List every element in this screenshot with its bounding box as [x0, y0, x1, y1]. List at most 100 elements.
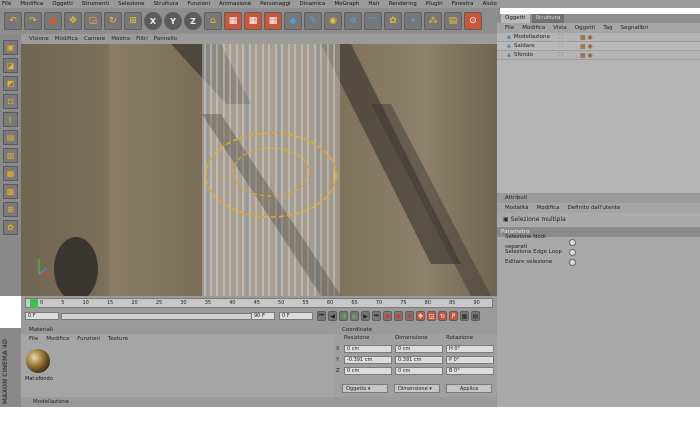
coordinate-field-pos[interactable]: -0.391 cm [344, 355, 392, 364]
viewport-menu-item-5[interactable]: Pannello [154, 36, 177, 42]
last-frame-icon[interactable]: ⏭ [372, 311, 381, 321]
prev-frame-icon[interactable]: ◀ [328, 311, 337, 321]
deformer-icon[interactable]: ⌒ [364, 12, 382, 30]
objects-menu-item[interactable]: File [505, 23, 514, 33]
material-swatch[interactable]: Mat.sfondo [25, 348, 53, 382]
attribute-checkbox[interactable] [569, 248, 576, 256]
y-axis-icon[interactable]: Y [164, 12, 182, 30]
attributes-menu-item[interactable]: Modifica [537, 203, 560, 213]
attribute-checkbox[interactable] [569, 258, 576, 266]
end-frame-field[interactable]: 90 F [251, 312, 275, 320]
menu-item-10[interactable]: MoGraph [334, 0, 359, 8]
coordinate-system-icon[interactable]: ⌂ [204, 12, 222, 30]
attribute-checkbox[interactable] [569, 238, 576, 246]
render-view-icon[interactable]: ▦ [224, 12, 242, 30]
workplane-icon[interactable]: ⊞ [3, 202, 18, 217]
object-row[interactable]: ▲ Sfondo ⁚ ⁚ ▦ ◉ [497, 51, 700, 60]
viewport-menu-item-2[interactable]: Camere [84, 36, 105, 42]
recent-tool-icon[interactable]: ⊞ [124, 12, 142, 30]
menu-item-0[interactable]: File [2, 0, 11, 8]
objects-menu-item[interactable]: Modifica [522, 23, 545, 33]
array-icon[interactable]: ✲ [344, 12, 362, 30]
attributes-menu-item[interactable]: Modalità [505, 203, 529, 213]
materials-menu-item[interactable]: Modifica [46, 334, 69, 344]
menu-item-8[interactable]: Personaggi [260, 0, 290, 8]
x-axis-icon[interactable]: X [144, 12, 162, 30]
attributes-menu-item[interactable]: Definito dall'utente [568, 203, 621, 213]
menu-item-1[interactable]: Modifica [20, 0, 43, 8]
render-picture-viewer-icon[interactable]: ▦ [244, 12, 262, 30]
menu-item-7[interactable]: Animazione [219, 0, 251, 8]
objects-menu-item[interactable]: Segnalibri [621, 23, 649, 33]
viewport-menu-item-0[interactable]: Visione [29, 36, 49, 42]
menu-item-4[interactable]: Selezione [118, 0, 144, 8]
coordinate-field-rot[interactable]: P 0° [446, 355, 494, 364]
timeline-menu-icon[interactable]: ▤ [471, 311, 480, 321]
visibility-dots-icon[interactable]: ⁚ ⁚ [558, 52, 580, 58]
objects-menu-item[interactable]: Oggetti [575, 23, 596, 33]
model-mode-icon[interactable]: ◪ [3, 58, 18, 73]
viewport-menu-item-4[interactable]: Filtri [136, 36, 148, 42]
snap-icon[interactable]: ✿ [3, 220, 18, 235]
menu-item-11[interactable]: Hair [368, 0, 379, 8]
axis-mode-icon[interactable]: ⌊ [3, 112, 18, 127]
cube-icon[interactable]: ◆ [284, 12, 302, 30]
render-settings-icon[interactable]: ▦ [264, 12, 282, 30]
coordinate-field-size[interactable]: 0 cm [395, 366, 443, 375]
menu-item-2[interactable]: Oggetti [52, 0, 73, 8]
light-icon[interactable]: ⁂ [424, 12, 442, 30]
rotation-key-icon[interactable]: ↻ [438, 311, 447, 321]
materials-menu-item[interactable]: Texture [108, 334, 128, 344]
undo-icon[interactable]: ↶ [4, 12, 22, 30]
redo-icon[interactable]: ↷ [24, 12, 42, 30]
coordinate-field-size[interactable]: 0.391 cm [395, 355, 443, 364]
polygons-mode-icon[interactable]: ▦ [3, 166, 18, 181]
z-axis-icon[interactable]: Z [184, 12, 202, 30]
menu-item-6[interactable]: Funzioni [187, 0, 210, 8]
nurbs-icon[interactable]: ◉ [324, 12, 342, 30]
coordinate-mode-select[interactable]: Oggetto ▾ [342, 384, 388, 393]
coordinate-field-rot[interactable]: H 0° [446, 344, 494, 353]
menu-item-5[interactable]: Struttura [154, 0, 179, 8]
first-frame-icon[interactable]: ⏮ [317, 311, 326, 321]
live-selection-icon[interactable]: ▣ [44, 12, 62, 30]
pla-key-icon[interactable]: ▦ [460, 311, 469, 321]
layout-switch-icon[interactable]: ⊙ [464, 12, 482, 30]
next-frame-icon[interactable]: ▶ [361, 311, 370, 321]
3d-viewport[interactable] [21, 44, 497, 296]
visibility-dots-icon[interactable]: ⁚ ⁚ [558, 43, 580, 49]
menu-item-9[interactable]: Dinamica [300, 0, 326, 8]
materials-menu-item[interactable]: File [29, 334, 38, 344]
layout-icon[interactable]: ▤ [444, 12, 462, 30]
object-row[interactable]: ▲ Saldare ⁚ ⁚ ▦ ◉ [497, 42, 700, 51]
menu-item-15[interactable]: Aiuto [482, 0, 496, 8]
parameter-key-icon[interactable]: P [449, 311, 458, 321]
play-icon[interactable]: ▶ [350, 311, 359, 321]
apply-button[interactable]: Applica [446, 384, 492, 393]
edges-mode-icon[interactable]: ▥ [3, 148, 18, 163]
menu-item-12[interactable]: Rendering [389, 0, 417, 8]
tab-objects[interactable]: Oggetti [501, 14, 530, 23]
rotate-icon[interactable]: ↻ [104, 12, 122, 30]
play-backward-icon[interactable]: ◀ [339, 311, 348, 321]
move-icon[interactable]: ✥ [64, 12, 82, 30]
size-mode-select[interactable]: Dimensione ▾ [394, 384, 440, 393]
start-field[interactable]: 0 F [279, 312, 313, 320]
objects-menu-item[interactable]: Vista [553, 23, 567, 33]
autokey-icon[interactable]: ● [394, 311, 403, 321]
make-editable-icon[interactable]: ▣ [3, 40, 18, 55]
playhead[interactable] [30, 299, 38, 308]
texture-mode-icon[interactable]: ⊡ [3, 94, 18, 109]
object-mode-icon[interactable]: ◩ [3, 76, 18, 91]
visibility-dots-icon[interactable]: ⁚ ⁚ [558, 34, 580, 40]
viewport-menu-item-3[interactable]: Mostra [111, 36, 130, 42]
menu-item-3[interactable]: Strumenti [82, 0, 109, 8]
timeline-ruler[interactable]: 0 5 10 15 20 25 30 35 40 45 50 55 60 65 70 75 80 85 90 [25, 298, 493, 308]
coordinate-field-size[interactable]: 0 cm [395, 344, 443, 353]
tag-icon[interactable]: ▦ ◉ [580, 43, 593, 50]
viewport-menu-item-1[interactable]: Modifica [55, 36, 78, 42]
current-frame-field[interactable]: 0 F [25, 312, 59, 321]
coordinate-field-pos[interactable]: 0 cm [344, 366, 392, 375]
menu-item-14[interactable]: Finestra [452, 0, 474, 8]
coordinate-field-rot[interactable]: B 0° [446, 366, 494, 375]
